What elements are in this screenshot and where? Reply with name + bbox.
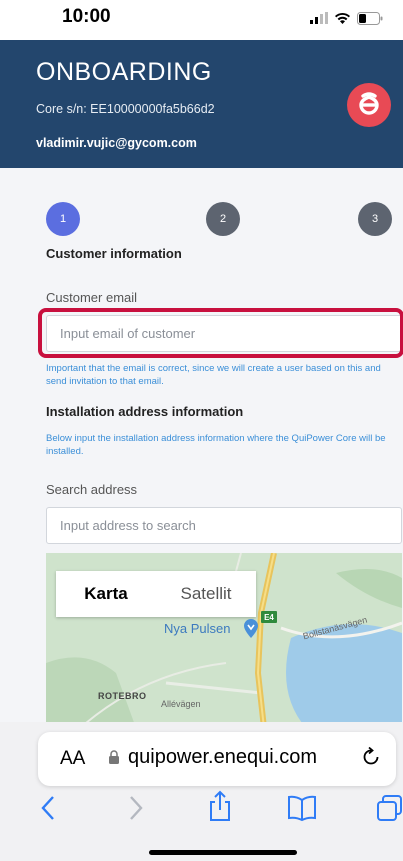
- tabs-icon[interactable]: [376, 794, 403, 822]
- url-text[interactable]: quipower.enequi.com: [128, 746, 317, 769]
- map-tab-satellit[interactable]: Satellit: [156, 571, 256, 617]
- browser-nav-row: [0, 788, 403, 832]
- forward-icon[interactable]: [128, 794, 144, 822]
- browser-toolbar: AA quipower.enequi.com: [0, 722, 403, 861]
- map-place-label: ROTEBRO: [98, 691, 147, 701]
- installation-address-heading: Installation address information: [46, 404, 244, 419]
- email-input-highlight: [38, 308, 403, 358]
- map-road-label-2: Allévägen: [161, 699, 201, 709]
- home-indicator: [149, 850, 297, 855]
- map-poi-marker-icon[interactable]: [242, 619, 260, 639]
- lock-icon: [109, 750, 119, 764]
- installation-address-help: Below input the installation address inf…: [46, 433, 386, 457]
- step-indicator-2[interactable]: 2: [206, 202, 240, 236]
- route-sign-e4: E4: [261, 611, 277, 623]
- status-icons: [310, 10, 383, 26]
- address-map[interactable]: Karta Satellit E4 Nya Pulsen Bollstanäsv…: [46, 553, 402, 728]
- page-title: ONBOARDING: [36, 58, 212, 86]
- step-indicator-3[interactable]: 3: [358, 202, 392, 236]
- quipower-logo-icon: [347, 83, 391, 127]
- map-tab-karta[interactable]: Karta: [56, 571, 156, 617]
- battery-icon: [357, 11, 383, 25]
- map-poi-label[interactable]: Nya Pulsen: [164, 621, 230, 636]
- status-bar: 10:00: [0, 0, 403, 36]
- back-icon[interactable]: [40, 794, 56, 822]
- customer-info-heading: Customer information: [46, 246, 182, 261]
- core-serial-number: Core s/n: EE10000000fa5b66d2: [36, 102, 215, 116]
- onboarding-header: ONBOARDING Core s/n: EE10000000fa5b66d2 …: [0, 40, 403, 168]
- search-address-input[interactable]: Input address to search: [46, 507, 402, 544]
- cellular-signal-icon: [310, 12, 328, 24]
- address-bar[interactable]: AA quipower.enequi.com: [38, 732, 396, 786]
- status-time: 10:00: [62, 6, 111, 27]
- wifi-icon: [335, 12, 350, 24]
- reload-icon[interactable]: [360, 746, 382, 768]
- share-icon[interactable]: [208, 790, 232, 822]
- customer-email-help: Important that the email is correct, sin…: [46, 363, 381, 387]
- bookmarks-icon[interactable]: [287, 794, 317, 822]
- search-address-label: Search address: [46, 482, 138, 497]
- onboarding-form: 1 2 3 Customer information Customer emai…: [0, 168, 403, 728]
- user-email: vladimir.vujic@gycom.com: [36, 136, 197, 150]
- step-indicator-1[interactable]: 1: [46, 202, 80, 236]
- text-size-button[interactable]: AA: [60, 748, 85, 770]
- map-type-toggle[interactable]: Karta Satellit: [56, 571, 256, 617]
- customer-email-label: Customer email: [46, 290, 138, 305]
